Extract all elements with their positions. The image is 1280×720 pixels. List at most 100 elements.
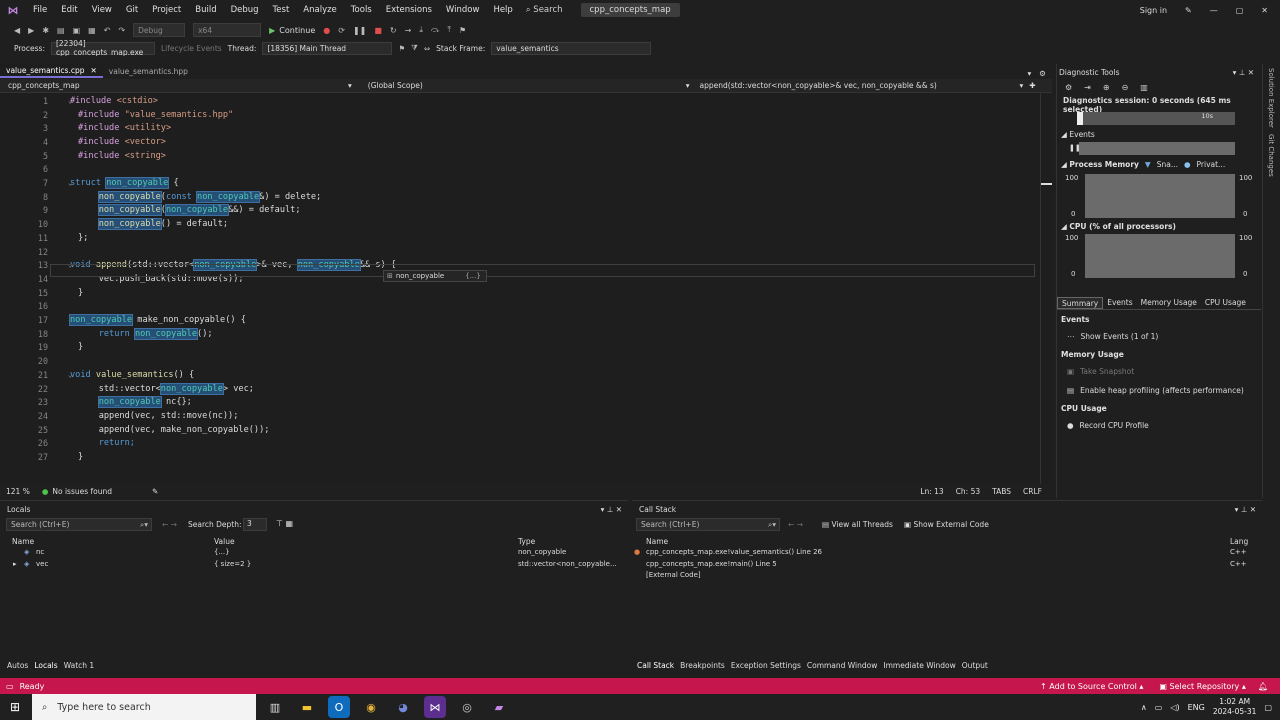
pin-icon[interactable]: ▾ ⊥ ✕	[1233, 68, 1254, 77]
code-line[interactable]: 4 #include <vector>	[0, 135, 1040, 149]
split-icon[interactable]: ✚	[1029, 81, 1035, 90]
menu-view[interactable]: View	[85, 5, 119, 15]
search-icon[interactable]: ⌕▾	[140, 520, 148, 530]
code-line[interactable]: 22 std::vector<non_copyable> vec;	[0, 382, 1040, 396]
stop-debugging-icon[interactable]: ■	[374, 26, 382, 35]
locals-search-input[interactable]: Search (Ctrl+E) ⌕▾	[6, 518, 152, 531]
task-view-icon[interactable]: ▥	[264, 696, 286, 718]
language-indicator[interactable]: ENG	[1188, 703, 1205, 712]
tray-chevron-icon[interactable]: ∧	[1141, 703, 1147, 712]
column-type[interactable]: Type	[518, 535, 535, 547]
stack-frame-dropdown[interactable]: value_semantics	[491, 41, 652, 55]
code-editor[interactable]: 1 ⌄ #include <cstdio> 2 #include "value_sema…	[0, 93, 1040, 541]
code-line[interactable]: 25 append(vec, make_non_copyable());	[0, 423, 1040, 437]
menu-project[interactable]: Project	[145, 5, 188, 15]
issues-status[interactable]: No issues found	[52, 487, 112, 496]
undo-icon[interactable]: ↶	[104, 26, 111, 35]
timeline-ruler[interactable]: 10s	[1077, 112, 1235, 125]
tab-locals[interactable]: Locals	[31, 661, 60, 670]
tab-exception-settings[interactable]: Exception Settings	[728, 661, 804, 670]
tab-list-icon[interactable]: ▾	[1028, 69, 1032, 78]
code-line[interactable]: 20	[0, 354, 1040, 368]
chrome-icon[interactable]: ◉	[360, 696, 382, 718]
outlook-icon[interactable]: O	[328, 696, 350, 718]
code-line[interactable]: 8 non_copyable(const non_copyable&) = de…	[0, 190, 1040, 204]
code-line[interactable]: 3 #include <utility>	[0, 121, 1040, 135]
menu-edit[interactable]: Edit	[54, 5, 84, 15]
start-icon[interactable]: ⊞	[10, 700, 20, 714]
record-cpu-button[interactable]: ● Record CPU Profile	[1067, 421, 1149, 430]
add-to-source-control-button[interactable]: ↑ Add to Source Control ▴	[1040, 682, 1143, 691]
events-graph[interactable]	[1079, 142, 1235, 155]
continue-button[interactable]: Continue	[279, 26, 315, 35]
thread-dropdown[interactable]: [18356] Main Thread	[262, 41, 393, 55]
process-dropdown[interactable]: [22304] cpp_concepts_map.exe	[50, 39, 155, 57]
new-project-icon[interactable]: ✱	[42, 26, 49, 35]
forward-icon[interactable]: ▶	[28, 26, 34, 35]
code-line[interactable]: 12	[0, 245, 1040, 259]
code-line[interactable]: 18 return non_copyable();	[0, 327, 1040, 341]
pin-icon[interactable]: ▾ ⊥ ✕	[1235, 505, 1256, 514]
break-all-icon[interactable]: ❚❚	[353, 26, 366, 35]
pin-icon[interactable]: ▾ ⊥ ✕	[601, 505, 622, 514]
taskbar-search[interactable]: ⌕ Type here to search	[32, 694, 256, 720]
open-file-icon[interactable]: ▤	[57, 26, 65, 35]
visual-studio-icon[interactable]: ⋈	[424, 696, 446, 718]
step-into-icon[interactable]: ⤓	[419, 25, 423, 35]
code-line[interactable]: 26 return;	[0, 437, 1040, 451]
menu-git[interactable]: Git	[119, 5, 145, 15]
brush-icon[interactable]: ✎	[152, 487, 158, 496]
tab-command-window[interactable]: Command Window	[804, 661, 881, 670]
cpu-header[interactable]: ◢ CPU (% of all processors)	[1061, 222, 1176, 231]
clock[interactable]: 1:02 AM 2024-05-31	[1213, 697, 1257, 717]
memory-graph[interactable]	[1085, 174, 1235, 218]
member-dropdown[interactable]: append(std::vector<non_copyable>& vec, n…	[700, 81, 1020, 90]
zoom-in-icon[interactable]: ⊕	[1103, 83, 1110, 92]
restart-icon[interactable]: ↻	[390, 26, 397, 35]
maximize-button[interactable]: ▢	[1236, 6, 1244, 15]
search-icon[interactable]: ⌕▾	[768, 520, 776, 530]
configuration-dropdown[interactable]: Debug	[133, 23, 186, 37]
zoom-out-icon[interactable]: ⊖	[1122, 83, 1129, 92]
tab-summary[interactable]: Summary	[1057, 297, 1104, 309]
close-tab-icon[interactable]: ✕	[91, 66, 97, 75]
view-all-threads-button[interactable]: ▤ View all Threads	[822, 520, 893, 529]
tab-value-semantics-hpp[interactable]: value_semantics.hpp	[103, 64, 194, 78]
search-nav-icons[interactable]: ← →	[162, 520, 177, 529]
notifications-icon[interactable]: 🔔︎	[1258, 682, 1268, 691]
chevron-down-icon[interactable]: ▾	[1020, 81, 1024, 90]
expand-icon[interactable]: ▸	[13, 560, 17, 568]
save-icon[interactable]: ▣	[73, 26, 81, 35]
menu-analyze[interactable]: Analyze	[296, 5, 344, 15]
code-line[interactable]: 15}	[0, 286, 1040, 300]
code-line[interactable]: 9 non_copyable(non_copyable&&) = default…	[0, 204, 1040, 218]
scope-dropdown[interactable]: (Global Scope)	[368, 81, 686, 90]
tab-autos[interactable]: Autos	[4, 661, 31, 670]
obs-icon[interactable]: ◎	[456, 696, 478, 718]
close-button[interactable]: ✕	[1261, 6, 1268, 15]
continue-icon[interactable]: ▶	[269, 26, 275, 35]
tab-watch-1[interactable]: Watch 1	[61, 661, 98, 670]
code-line[interactable]: 10 non_copyable() = default;	[0, 217, 1040, 231]
redo-icon[interactable]: ↷	[118, 26, 125, 35]
tab-cpu-usage[interactable]: CPU Usage	[1201, 297, 1250, 309]
code-line[interactable]: 5 #include <string>	[0, 149, 1040, 163]
notification-center-icon[interactable]: ▢	[1264, 703, 1272, 712]
filter-icon[interactable]: ⊤ ▦	[276, 519, 293, 528]
menu-extensions[interactable]: Extensions	[379, 5, 439, 15]
editor-vertical-scrollbar[interactable]	[1040, 93, 1052, 484]
code-line[interactable]: 24 append(vec, std::move(nc));	[0, 409, 1040, 423]
selection-handle[interactable]	[1077, 112, 1083, 125]
search-nav-icons[interactable]: ← →	[788, 520, 803, 529]
menu-help[interactable]: Help	[486, 5, 519, 15]
menu-file[interactable]: File	[26, 5, 54, 15]
code-line[interactable]: 7 ⌄ struct non_copyable {	[0, 176, 1040, 190]
step-out-icon[interactable]: ⤒	[447, 25, 451, 35]
code-line[interactable]: 21 ⌄ void value_semantics() {	[0, 368, 1040, 382]
back-icon[interactable]: ◀	[14, 26, 20, 35]
take-snapshot-button[interactable]: ▣ Take Snapshot	[1067, 367, 1134, 376]
indent-mode[interactable]: TABS	[992, 487, 1011, 496]
select-repository-button[interactable]: ▣ Select Repository ▴	[1159, 682, 1245, 691]
tab-breakpoints[interactable]: Breakpoints	[677, 661, 728, 670]
menu-tools[interactable]: Tools	[344, 5, 379, 15]
